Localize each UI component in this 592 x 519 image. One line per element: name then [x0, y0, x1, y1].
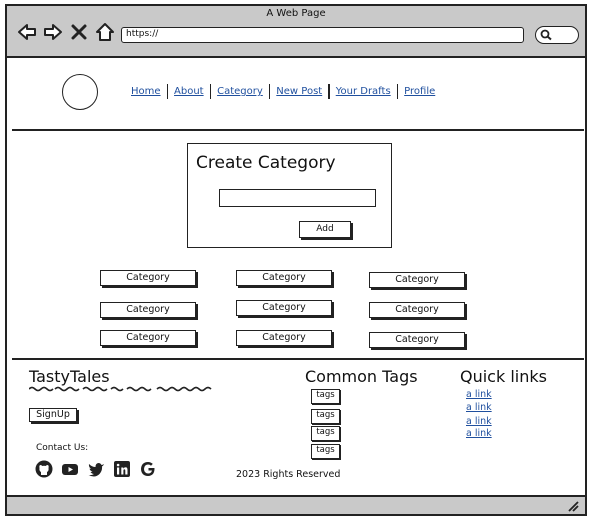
create-category-title: Create Category — [196, 153, 336, 173]
nav-about[interactable]: About — [168, 86, 210, 97]
create-category-panel: Create Category Add — [187, 143, 392, 248]
github-icon[interactable] — [35, 460, 53, 478]
twitter-icon[interactable] — [87, 460, 105, 478]
category-button[interactable]: Category — [100, 302, 196, 318]
quick-links-title: Quick links — [460, 367, 547, 386]
copyright-text: 2023 Rights Reserved — [236, 469, 341, 480]
resize-handle-icon[interactable] — [567, 500, 579, 512]
browser-status-bar — [7, 495, 585, 514]
google-icon[interactable] — [139, 460, 157, 478]
tag-button[interactable]: tags — [311, 409, 340, 424]
category-button[interactable]: Category — [369, 272, 465, 288]
category-button[interactable]: Category — [369, 332, 465, 348]
quick-link[interactable]: a link — [466, 389, 492, 400]
close-icon[interactable] — [69, 22, 89, 42]
category-button[interactable]: Category — [100, 270, 196, 286]
signup-button[interactable]: SignUp — [29, 408, 77, 422]
social-links — [35, 460, 157, 478]
home-icon[interactable] — [95, 22, 115, 42]
category-name-input[interactable] — [219, 189, 376, 207]
forward-arrow-icon[interactable] — [43, 22, 63, 42]
category-button[interactable]: Category — [369, 302, 465, 318]
quick-link[interactable]: a link — [466, 428, 492, 439]
youtube-icon[interactable] — [61, 460, 79, 478]
nav-category[interactable]: Category — [211, 86, 269, 97]
browser-window: A Web Page https:// Home About Category — [5, 4, 587, 516]
category-button[interactable]: Category — [236, 270, 332, 286]
search-icon — [540, 29, 552, 41]
browser-toolbar: A Web Page https:// — [7, 6, 585, 58]
browser-nav-icons — [17, 22, 115, 42]
category-button[interactable]: Category — [100, 330, 196, 346]
window-title: A Web Page — [266, 8, 326, 19]
tag-button[interactable]: tags — [311, 389, 340, 404]
nav-new-post[interactable]: New Post — [270, 86, 328, 97]
back-arrow-icon[interactable] — [17, 22, 37, 42]
quick-link[interactable]: a link — [466, 402, 492, 413]
linkedin-icon[interactable] — [113, 460, 131, 478]
nav-your-drafts[interactable]: Your Drafts — [330, 86, 397, 97]
tag-button[interactable]: tags — [311, 444, 340, 459]
footer-brand: TastyTales — [29, 367, 110, 386]
add-button[interactable]: Add — [299, 221, 351, 238]
contact-label: Contact Us: — [36, 443, 89, 453]
category-button[interactable]: Category — [236, 330, 332, 346]
common-tags-title: Common Tags — [305, 367, 418, 386]
header-divider — [12, 129, 584, 131]
top-navigation: Home About Category New Post Your Drafts… — [125, 84, 441, 99]
quick-link[interactable]: a link — [466, 416, 492, 427]
category-button[interactable]: Category — [236, 300, 332, 316]
scribble-text-placeholder — [29, 386, 212, 392]
browser-search[interactable] — [535, 26, 579, 44]
tag-button[interactable]: tags — [311, 426, 340, 441]
nav-home[interactable]: Home — [125, 86, 167, 97]
nav-profile[interactable]: Profile — [398, 86, 441, 97]
site-logo[interactable] — [62, 74, 98, 110]
url-bar[interactable]: https:// — [121, 27, 524, 43]
footer-divider — [12, 358, 584, 360]
